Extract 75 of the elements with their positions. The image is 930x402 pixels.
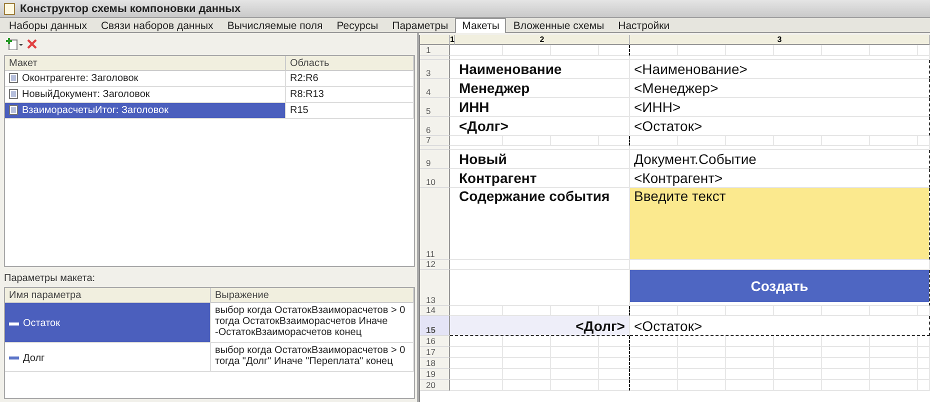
create-button[interactable]: Создать: [630, 270, 929, 302]
parameter-icon: [9, 356, 19, 360]
tab[interactable]: Связи наборов данных: [94, 19, 220, 32]
expression-cell: выбор когда ОстатокВзаиморасчетов > 0 тогда "Долг" Иначе "Переплата" конец: [211, 343, 414, 372]
sheet-corner[interactable]: [420, 35, 450, 45]
row-number[interactable]: 1: [420, 45, 450, 56]
row-number[interactable]: 7: [420, 136, 450, 146]
row-number[interactable]: 9: [420, 150, 450, 169]
parameter-row[interactable]: Остаток: [5, 303, 211, 343]
field-label: Менеджер: [459, 80, 530, 96]
tab[interactable]: Ресурсы: [330, 19, 386, 32]
expression-cell: выбор когда ОстатокВзаиморасчетов > 0 тогда ОстатокВзаиморасчетов Иначе -ОстатокВзаиморасчетов конец: [211, 303, 414, 343]
tab[interactable]: Параметры: [385, 19, 456, 32]
row-number[interactable]: 11: [420, 188, 450, 260]
field-label: <Долг>: [576, 318, 625, 334]
area-cell: R2:R6: [286, 71, 414, 87]
column-number[interactable]: 2: [455, 35, 630, 45]
field-value: <Остаток>: [634, 318, 702, 334]
text-input-field[interactable]: Введите текст: [630, 188, 929, 259]
field-label: Наименование: [459, 61, 562, 77]
window-title: Конструктор схемы компоновки данных: [20, 2, 241, 14]
row-number[interactable]: 19: [420, 369, 450, 380]
field-label: ИНН: [459, 99, 490, 115]
row-number[interactable]: 16: [420, 336, 450, 347]
parameter-name: Остаток: [23, 318, 60, 329]
layout-name: ВзаиморасчетыИтог: Заголовок: [22, 105, 168, 116]
column-header: Имя параметра: [5, 288, 211, 303]
row-number[interactable]: 15: [420, 316, 450, 336]
document-icon: [9, 105, 18, 115]
column-number[interactable]: 3: [630, 35, 930, 45]
row-number[interactable]: 14: [420, 306, 450, 316]
tab[interactable]: Настройки: [611, 19, 677, 32]
tab[interactable]: Наборы данных: [2, 19, 94, 32]
row-number[interactable]: 4: [420, 79, 450, 98]
layout-name: НовыйДокумент: Заголовок: [22, 89, 150, 100]
document-icon: [9, 73, 18, 83]
layout-row[interactable]: НовыйДокумент: Заголовок: [5, 87, 286, 103]
tab[interactable]: Вычисляемые поля: [220, 19, 330, 32]
section-label: Параметры макета:: [3, 272, 96, 286]
layout-row[interactable]: ВзаиморасчетыИтог: Заголовок: [5, 103, 286, 119]
field-label: Контрагент: [459, 170, 537, 186]
field-value: <ИНН>: [634, 99, 681, 115]
row-number[interactable]: 20: [420, 380, 450, 391]
tab[interactable]: Вложенные схемы: [506, 19, 612, 32]
row-number[interactable]: 3: [420, 60, 450, 79]
area-cell: R15: [286, 103, 414, 119]
field-value: <Контрагент>: [634, 170, 723, 186]
field-value: <Наименование>: [634, 61, 748, 77]
row-number[interactable]: 13: [420, 270, 450, 306]
parameter-row[interactable]: Долг: [5, 343, 211, 372]
column-header: Макет: [5, 56, 286, 71]
area-cell: R8:R13: [286, 87, 414, 103]
row-number[interactable]: 12: [420, 260, 450, 270]
document-icon: [9, 89, 18, 99]
field-value: Документ.Событие: [634, 151, 756, 167]
row-number[interactable]: 17: [420, 347, 450, 358]
row-number[interactable]: 6: [420, 117, 450, 136]
column-header: Область: [286, 56, 414, 71]
window-icon: [4, 2, 15, 14]
delete-icon[interactable]: [27, 39, 37, 49]
field-value: <Менеджер>: [634, 80, 718, 96]
add-icon[interactable]: [6, 38, 24, 50]
parameter-name: Долг: [23, 352, 45, 364]
layout-row[interactable]: Оконтрагенте: Заголовок: [5, 71, 286, 87]
layout-name: Оконтрагенте: Заголовок: [22, 73, 138, 84]
field-label: Содержание события: [459, 188, 610, 204]
column-header: Выражение: [211, 288, 414, 303]
field-label: Новый: [459, 151, 507, 167]
row-number[interactable]: 18: [420, 358, 450, 369]
field-label: <Долг>: [459, 118, 508, 134]
field-value: <Остаток>: [634, 118, 702, 134]
parameter-icon: [9, 322, 19, 326]
tab[interactable]: Макеты: [455, 18, 506, 33]
row-number[interactable]: 10: [420, 169, 450, 188]
row-number[interactable]: 5: [420, 98, 450, 117]
